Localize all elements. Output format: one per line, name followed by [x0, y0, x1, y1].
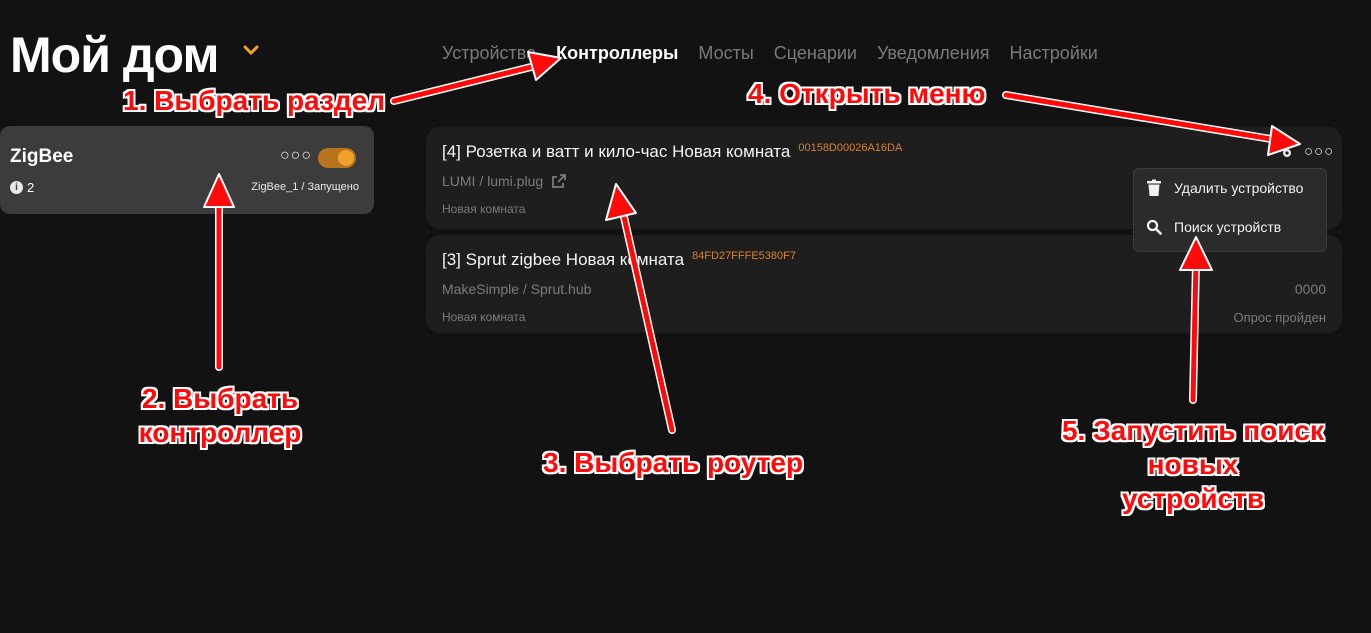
more-icon[interactable]: ○○○ [280, 147, 312, 165]
device-model: MakeSimple / Sprut.hub [442, 281, 592, 297]
annotation-select-section: 1. Выбрать раздел [123, 85, 386, 116]
device-mac: 00158D00026A16DA [798, 142, 903, 154]
tab-notifications[interactable]: Уведомления [877, 43, 990, 64]
device-title: [4] Розетка и ватт и кило-час Новая комн… [442, 142, 791, 161]
controller-card[interactable] [0, 126, 374, 214]
annotation-open-menu: 4. Открыть меню [748, 78, 986, 109]
controller-info: i 2 [10, 180, 34, 195]
annotation-line: устройств [1121, 483, 1265, 514]
device-code: 0000 [1294, 281, 1326, 297]
tab-controllers[interactable]: Контроллеры [556, 43, 678, 64]
trash-icon [1147, 179, 1161, 196]
tab-devices[interactable]: Устройства [442, 43, 536, 64]
controller-name: ZigBee [10, 146, 74, 167]
device-header: [4] Розетка и ватт и кило-час Новая комн… [442, 142, 902, 162]
tab-scenarios[interactable]: Сценарии [774, 43, 857, 64]
annotation-line: 5. Запустить поиск [1061, 415, 1325, 446]
info-count: 2 [27, 180, 35, 195]
more-icon[interactable]: ○○○ [1304, 143, 1334, 160]
device-room: Новая комната [442, 310, 526, 324]
menu-item-delete-device[interactable]: Удалить устройство [1146, 179, 1303, 197]
toggle-knob [338, 150, 354, 166]
device-room: Новая комната [442, 202, 526, 216]
page-title: Мой дом [10, 27, 219, 83]
annotation-select-controller: 2. Выбрать контроллер [136, 382, 304, 450]
tab-bridges[interactable]: Мосты [698, 43, 753, 64]
annotation-select-router: 3. Выбрать роутер [543, 447, 804, 478]
gear-icon [1283, 149, 1291, 157]
main-nav: Устройства Контроллеры Мосты Сценарии Ув… [442, 43, 1098, 64]
controller-status: ZigBee_1 / Запущено [251, 181, 359, 193]
annotation-start-search: 5. Запустить поиск новых устройств [1058, 414, 1328, 516]
menu-item-search-devices[interactable]: Поиск устройств [1146, 219, 1281, 235]
tab-settings[interactable]: Настройки [1010, 43, 1098, 64]
device-poll-status: Опрос пройден [1233, 310, 1326, 325]
annotation-line: новых [1147, 449, 1239, 480]
external-link-icon[interactable] [551, 173, 567, 189]
device-header: [3] Sprut zigbee Новая комната 84FD27FFF… [442, 250, 796, 270]
device-model-row: LUMI / lumi.plug [442, 173, 567, 189]
search-icon [1146, 219, 1162, 235]
menu-item-label: Удалить устройство [1174, 180, 1304, 196]
annotation-line: контроллер [138, 417, 302, 448]
device-title: [3] Sprut zigbee Новая комната [442, 250, 685, 269]
annotation-line: 2. Выбрать [141, 383, 299, 414]
menu-item-label: Поиск устройств [1174, 219, 1282, 235]
chevron-down-icon[interactable] [243, 44, 259, 56]
device-menu: Удалить устройство Поиск устройств [1133, 168, 1327, 252]
device-model: LUMI / lumi.plug [442, 173, 544, 189]
controller-toggle[interactable] [318, 148, 356, 168]
info-icon: i [10, 181, 23, 194]
device-mac: 84FD27FFFE5380F7 [692, 250, 796, 262]
